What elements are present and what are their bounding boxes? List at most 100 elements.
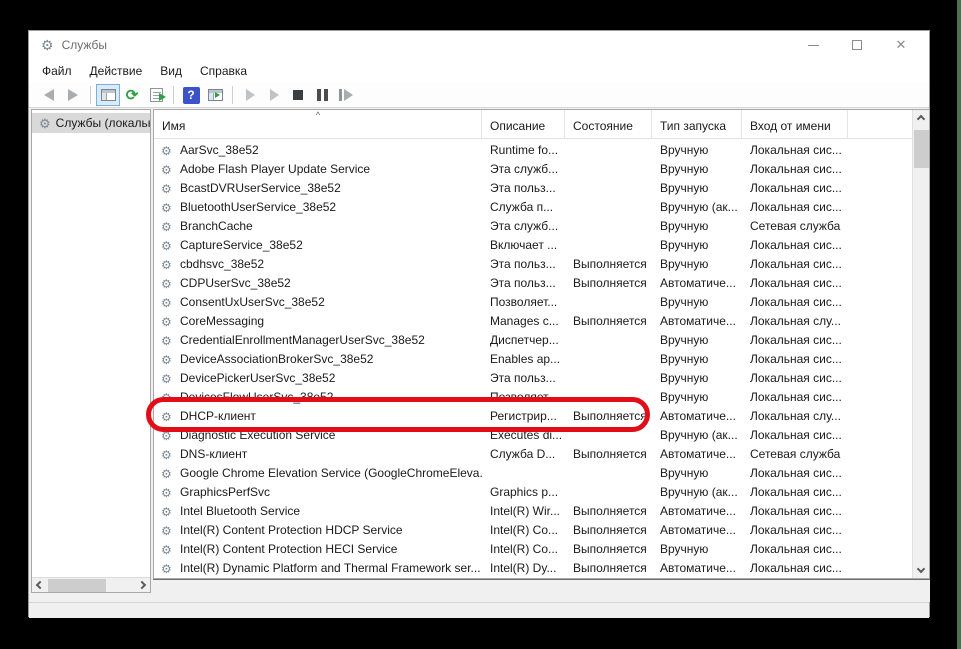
table-row[interactable]: ⚙ BranchCache Эта служб... Вручную Сетев… [154,216,912,235]
service-gear-icon: ⚙ [161,411,172,423]
table-row[interactable]: ⚙ Intel(R) Dynamic Platform and Thermal … [154,558,912,577]
window-controls: ✕ [791,31,923,59]
service-name: Google Chrome Elevation Service (GoogleC… [180,466,482,480]
vertical-scrollbar[interactable] [912,110,929,578]
help-button[interactable]: ? [179,84,203,106]
service-status: Выполняется [565,447,652,461]
table-row[interactable]: ⚙ Google Chrome Elevation Service (Googl… [154,463,912,482]
service-description: Intel(R) Co... [482,523,565,537]
forward-arrow-icon [68,89,78,101]
scroll-right-icon[interactable] [138,581,146,589]
service-description: Диспетчер... [482,333,565,347]
service-gear-icon: ⚙ [161,221,172,233]
export-list-button[interactable] [144,84,168,106]
menu-view[interactable]: Вид [151,61,191,81]
service-gear-icon: ⚙ [161,183,172,195]
table-row[interactable]: ⚙ Intel Bluetooth Service Intel(R) Wir..… [154,501,912,520]
scroll-up-icon[interactable] [917,115,925,123]
service-gear-icon: ⚙ [161,164,172,176]
show-console-tree-button[interactable] [96,84,120,106]
scroll-left-icon[interactable] [36,581,44,589]
stop-service-button[interactable] [286,84,310,106]
table-row[interactable]: ⚙ Diagnostic Execution Service Executes … [154,425,912,444]
service-name: Intel(R) Content Protection HDCP Service [180,523,403,537]
table-row[interactable]: ⚙ CaptureService_38e52 Включает ... Вруч… [154,235,912,254]
scroll-down-icon[interactable] [917,565,925,573]
minimize-button[interactable] [791,31,835,59]
table-row[interactable]: ⚙ Adobe Flash Player Update Service Эта … [154,159,912,178]
service-startup-type: Автоматиче... [652,504,742,518]
refresh-button[interactable]: ⟳ [120,84,144,106]
service-startup-type: Вручную [652,295,742,309]
scrollbar-thumb[interactable] [914,130,929,168]
pause-service-button[interactable] [310,84,334,106]
table-row[interactable]: ⚙ cbdhsvc_38e52 Эта польз... Выполняется… [154,254,912,273]
service-logon: Локальная сис... [742,504,848,518]
table-row[interactable]: ⚙ Intel(R) Content Protection HDCP Servi… [154,520,912,539]
status-bar [29,602,929,618]
restart-icon [339,89,353,101]
menu-help[interactable]: Справка [191,61,256,81]
maximize-button[interactable] [835,31,879,59]
service-name: DNS-клиент [180,447,247,461]
table-row[interactable]: ⚙ CDPUserSvc_38e52 Эта польз... Выполняе… [154,273,912,292]
table-row[interactable]: ⚙ DeviceAssociationBrokerSvc_38e52 Enabl… [154,349,912,368]
close-button[interactable]: ✕ [879,31,923,59]
show-action-pane-button[interactable] [203,84,227,106]
service-name: DevicesFlowUserSvc_38e52 [180,390,333,404]
column-header-logon[interactable]: Вход от имени [742,110,848,138]
service-startup-type: Вручную [652,238,742,252]
column-header-name[interactable]: ^ Имя [154,110,482,138]
tree-horizontal-scrollbar[interactable] [32,577,150,592]
service-rows: ⚙ AarSvc_38e52 Runtime fo... Вручную Лок… [154,140,912,578]
toolbar-separator [90,86,91,104]
back-button[interactable] [37,84,61,106]
service-name: Intel(R) Dynamic Platform and Thermal Fr… [180,561,481,575]
service-status: Выполняется [565,276,652,290]
table-row[interactable]: ⚙ DevicePickerUserSvc_38e52 Эта польз...… [154,368,912,387]
menu-action[interactable]: Действие [81,61,152,81]
export-list-icon [150,88,163,102]
service-logon: Сетевая служба [742,219,848,233]
tree-item-services-local[interactable]: ⚙ Службы (локальн [32,113,150,133]
service-name: BcastDVRUserService_38e52 [180,181,341,195]
resume-service-button[interactable] [262,84,286,106]
table-row-highlighted[interactable]: ⚙ DHCP-клиент Регистрир... Выполняется А… [154,406,912,425]
table-row[interactable]: ⚙ Intel(R) Content Protection HECI Servi… [154,539,912,558]
column-header-description[interactable]: Описание [482,110,565,138]
table-row[interactable]: ⚙ BluetoothUserService_38e52 Служба п...… [154,197,912,216]
service-logon: Локальная сис... [742,276,848,290]
scrollbar-thumb[interactable] [48,579,106,592]
service-startup-type: Автоматиче... [652,561,742,575]
console-tree-panel: ⚙ Службы (локальн [31,109,151,593]
service-name: DHCP-клиент [180,409,256,423]
column-header-startup-type[interactable]: Тип запуска [652,110,742,138]
table-row[interactable]: ⚙ CoreMessaging Manages c... Выполняется… [154,311,912,330]
service-gear-icon: ⚙ [161,316,172,328]
services-list-panel: ^ Имя Описание Состояние Тип запуска Вхо… [153,109,930,579]
table-row[interactable]: ⚙ CredentialEnrollmentManagerUserSvc_38e… [154,330,912,349]
service-gear-icon: ⚙ [161,392,172,404]
table-row[interactable]: ⚙ GraphicsPerfSvc Graphics p... Вручную … [154,482,912,501]
toolbar: ⟳ ? [29,83,929,108]
service-startup-type: Вручную [652,390,742,404]
table-row[interactable]: ⚙ BcastDVRUserService_38e52 Эта польз...… [154,178,912,197]
table-row[interactable]: ⚙ AarSvc_38e52 Runtime fo... Вручную Лок… [154,140,912,159]
menu-file[interactable]: Файл [33,61,81,81]
help-icon: ? [183,87,200,104]
service-gear-icon: ⚙ [161,335,172,347]
restart-service-button[interactable] [334,84,358,106]
toolbar-separator [232,86,233,104]
service-gear-icon: ⚙ [161,145,172,157]
service-startup-type: Автоматиче... [652,447,742,461]
table-row[interactable]: ⚙ ConsentUxUserSvc_38e52 Позволяет... Вр… [154,292,912,311]
service-description: Intel(R) Wir... [482,504,565,518]
toolbar-separator [173,86,174,104]
column-header-status[interactable]: Состояние [565,110,652,138]
forward-button[interactable] [61,84,85,106]
table-row[interactable]: ⚙ DevicesFlowUserSvc_38e52 Позволяет... … [154,387,912,406]
service-gear-icon: ⚙ [161,525,172,537]
back-arrow-icon [44,89,54,101]
table-row[interactable]: ⚙ DNS-клиент Служба D... Выполняется Авт… [154,444,912,463]
start-service-button[interactable] [238,84,262,106]
